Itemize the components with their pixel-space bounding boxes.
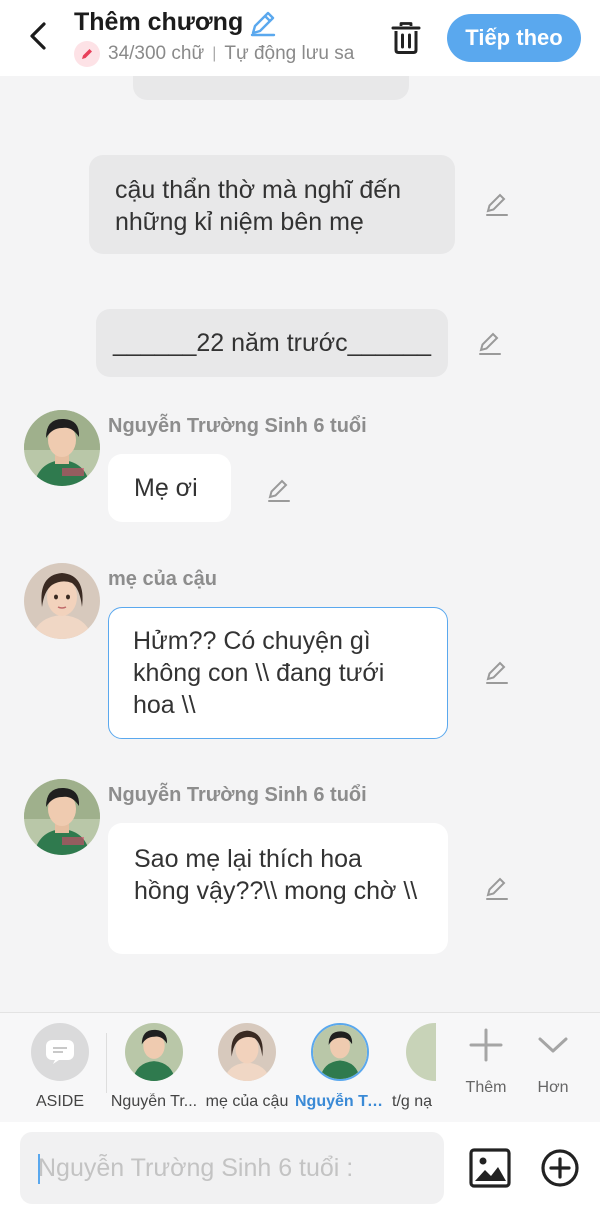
message-input[interactable] xyxy=(20,1132,444,1204)
dialogue-bubble[interactable]: Sao mẹ lại thích hoa hồng vậy??\\ mong c… xyxy=(108,823,448,954)
next-button[interactable]: Tiếp theo xyxy=(447,14,581,62)
text-caret xyxy=(38,1154,40,1184)
avatar-boy[interactable] xyxy=(24,779,100,855)
character-label: Nguyễn Tr... xyxy=(110,1093,198,1110)
insert-image-button[interactable] xyxy=(469,1148,511,1188)
trash-icon xyxy=(391,22,421,54)
pencil-edit-icon xyxy=(268,479,290,502)
speaker-name: Nguyễn Trường Sinh 6 tuổi xyxy=(108,784,367,806)
pencil-edit-icon xyxy=(486,661,508,684)
avatar-mother xyxy=(218,1023,276,1081)
dialogue-text: Sao mẹ lại thích hoa hồng vậy??\\ mong c… xyxy=(134,845,418,905)
avatar-boy xyxy=(311,1023,369,1081)
avatar-author xyxy=(406,1023,436,1081)
speaker-name: Nguyễn Trường Sinh 6 tuổi xyxy=(108,415,367,437)
more-characters-button[interactable]: Hơn xyxy=(522,1027,584,1097)
pencil-edit-icon xyxy=(486,193,508,216)
character-label: mẹ của cậu xyxy=(205,1093,289,1110)
pencil-edit-icon xyxy=(479,332,501,355)
aside-icon xyxy=(31,1023,89,1081)
pencil-icon xyxy=(74,41,100,67)
speaker-name: mẹ của cậu xyxy=(108,568,217,590)
add-character-button[interactable]: Thêm xyxy=(446,1027,526,1097)
chapter-subtitle: 34/300 chữ | Tự động lưu sa xyxy=(74,41,364,67)
image-icon xyxy=(469,1148,511,1188)
narration-bubble[interactable]: ______22 năm trước______ xyxy=(96,309,448,377)
autosave-status: Tự động lưu sa xyxy=(224,43,355,64)
delete-button[interactable] xyxy=(386,18,426,58)
edit-title-icon[interactable] xyxy=(249,9,277,37)
character-boy-selected[interactable]: Nguyễn Tr... xyxy=(295,1023,385,1111)
dialogue-text: Hửm?? Có chuyện gì không con \\ đang tướ… xyxy=(133,627,385,719)
add-character-label: Thêm xyxy=(465,1079,507,1096)
chevron-down-icon xyxy=(538,1037,568,1053)
edit-message-button[interactable] xyxy=(482,873,512,903)
subtitle-separator: | xyxy=(212,45,217,62)
narration-bubble[interactable]: cậu thẩn thờ mà nghĩ đến những kỉ niệm b… xyxy=(89,155,455,254)
narration-text: cậu thẩn thờ mà nghĩ đến những kỉ niệm b… xyxy=(115,176,402,236)
character-author[interactable]: t/g nạ xyxy=(388,1023,436,1111)
pencil-edit-icon xyxy=(486,877,508,900)
edit-message-button[interactable] xyxy=(475,328,505,358)
edit-message-button[interactable] xyxy=(482,657,512,687)
character-mother[interactable]: mẹ của cậu xyxy=(202,1023,292,1111)
chevron-left-icon xyxy=(30,22,46,50)
character-divider xyxy=(106,1033,107,1093)
plus-circle-icon xyxy=(541,1149,579,1187)
avatar-mother[interactable] xyxy=(24,563,100,639)
chapter-title-area: Thêm chương 34/300 chữ | Tự động lưu sa xyxy=(74,8,374,67)
plus-icon xyxy=(469,1028,503,1062)
more-characters-label: Hơn xyxy=(537,1079,569,1096)
narration-text: ______22 năm trước______ xyxy=(112,329,432,357)
edit-message-button[interactable] xyxy=(264,475,294,505)
chapter-title[interactable]: Thêm chương xyxy=(74,8,374,37)
dialogue-bubble[interactable]: Mẹ ơi xyxy=(108,454,231,522)
character-label: t/g nạ xyxy=(392,1093,433,1110)
dialogue-text: Mẹ ơi xyxy=(134,474,198,502)
character-selector-bar: ASIDE Nguyễn Tr... mẹ của cậu Nguyễn Tr.… xyxy=(0,1012,600,1122)
avatar-boy[interactable] xyxy=(24,410,100,486)
edit-message-button[interactable] xyxy=(482,189,512,219)
more-options-button[interactable] xyxy=(540,1148,580,1188)
top-bar: Thêm chương 34/300 chữ | Tự động lưu sa … xyxy=(0,0,600,76)
chapter-title-text: Thêm chương xyxy=(74,8,244,36)
character-label: ASIDE xyxy=(35,1093,84,1110)
character-aside[interactable]: ASIDE xyxy=(15,1023,105,1111)
character-label: Nguyễn Tr... xyxy=(295,1093,385,1110)
back-button[interactable] xyxy=(22,18,54,54)
dialogue-bubble-selected[interactable]: Hửm?? Có chuyện gì không con \\ đang tướ… xyxy=(108,607,448,739)
avatar-boy xyxy=(125,1023,183,1081)
character-boy[interactable]: Nguyễn Tr... xyxy=(109,1023,199,1111)
word-count: 34/300 chữ xyxy=(108,43,205,64)
message-input-bar xyxy=(0,1122,600,1216)
